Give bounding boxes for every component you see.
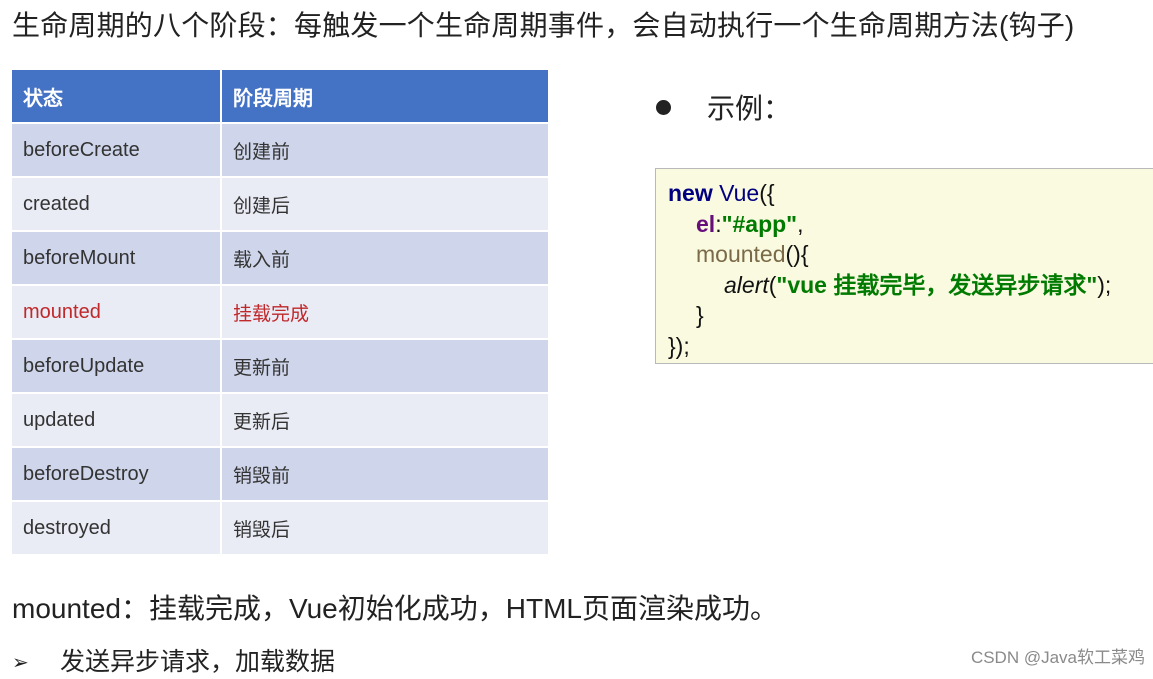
code-punct: ({ <box>759 180 775 206</box>
cell-state: created <box>10 176 222 232</box>
page-title: 生命周期的八个阶段：每触发一个生命周期事件，会自动执行一个生命周期方法(钩子) <box>12 10 1075 41</box>
cell-phase: 创建后 <box>220 176 550 232</box>
code-punct: (){ <box>785 241 809 267</box>
code-punct: ); <box>1097 271 1112 298</box>
lifecycle-table: 状态 阶段周期 beforeCreate 创建前 created 创建后 bef… <box>10 68 550 556</box>
cell-state: beforeMount <box>10 230 222 286</box>
sub-bullet-text: 发送异步请求，加载数据 <box>60 648 336 676</box>
code-punct: } <box>696 302 704 328</box>
code-punct: }); <box>668 332 690 359</box>
header-state: 状态 <box>10 68 222 124</box>
code-line-5: } <box>668 300 1153 331</box>
table-row: beforeUpdate 更新前 <box>10 338 550 394</box>
code-line-1: new Vue({ <box>668 178 1153 209</box>
cell-phase: 载入前 <box>220 230 550 286</box>
code-line-6: }); <box>668 331 1153 362</box>
code-line-4: alert("vue 挂载完毕，发送异步请求"); <box>668 270 1153 301</box>
code-keyword-new: new <box>668 180 713 206</box>
filled-circle-icon <box>656 100 671 116</box>
code-line-3: mounted(){ <box>668 239 1153 270</box>
cell-phase: 创建前 <box>220 122 550 178</box>
table-row: beforeCreate 创建前 <box>10 122 550 178</box>
cell-phase: 挂载完成 <box>220 284 550 340</box>
cell-state: beforeUpdate <box>10 338 222 394</box>
code-example-box: new Vue({ el:"#app", mounted(){ alert("v… <box>655 168 1153 364</box>
sub-bullet: ➢ 发送异步请求，加载数据 <box>12 646 335 679</box>
cell-state: destroyed <box>10 500 222 556</box>
cell-state: beforeDestroy <box>10 446 222 502</box>
table-header-row: 状态 阶段周期 <box>10 68 550 124</box>
table-row: created 创建后 <box>10 176 550 232</box>
code-string: "#app" <box>721 210 798 237</box>
header-phase: 阶段周期 <box>220 68 550 124</box>
cell-state: mounted <box>10 284 222 340</box>
summary-text: mounted：挂载完成，Vue初始化成功，HTML页面渲染成功。 <box>12 593 778 624</box>
cell-phase: 更新后 <box>220 392 550 448</box>
cell-phase: 销毁后 <box>220 500 550 556</box>
cell-phase: 更新前 <box>220 338 550 394</box>
code-class-name: Vue <box>719 180 760 206</box>
table-row-highlighted: mounted 挂载完成 <box>10 284 550 340</box>
table-row: beforeDestroy 销毁前 <box>10 446 550 502</box>
code-string: "vue 挂载完毕，发送异步请求" <box>776 271 1098 298</box>
code-punct: , <box>797 210 804 237</box>
table-row: destroyed 销毁后 <box>10 500 550 556</box>
cell-state: beforeCreate <box>10 122 222 178</box>
example-label: 示例： <box>707 93 792 124</box>
code-line-2: el:"#app", <box>668 209 1153 240</box>
arrow-bullet-icon: ➢ <box>12 652 29 674</box>
example-heading: 示例： <box>656 92 791 126</box>
watermark: CSDN @Java软工菜鸡 <box>970 648 1145 667</box>
code-function-call: alert <box>724 271 769 298</box>
table-row: beforeMount 载入前 <box>10 230 550 286</box>
table-row: updated 更新后 <box>10 392 550 448</box>
cell-state: updated <box>10 392 222 448</box>
code-property: el <box>696 210 716 237</box>
cell-phase: 销毁前 <box>220 446 550 502</box>
code-method-name: mounted <box>696 241 786 267</box>
